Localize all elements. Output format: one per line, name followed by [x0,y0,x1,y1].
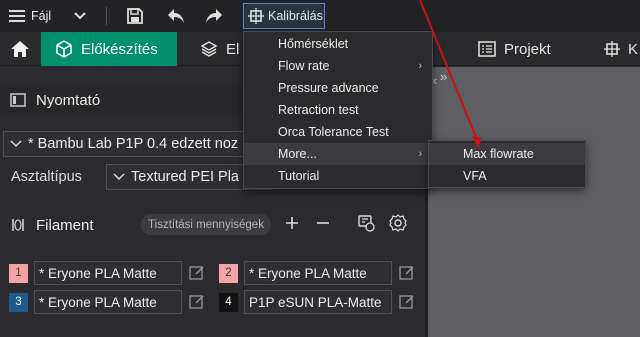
file-menu[interactable]: Fájl [8,4,51,28]
filament-slot-2[interactable]: 2 * Eryone PLA Matte [219,261,416,285]
undo-icon [168,9,184,23]
flush-volumes-label: Tisztítási mennyiségek [148,218,264,231]
chevron-down-icon [74,12,86,20]
filament-slot-1[interactable]: 1 * Eryone PLA Matte [9,261,206,285]
slot-index: 3 [15,296,22,308]
tab-calibration[interactable]: K [604,32,638,66]
edit-icon[interactable] [398,264,416,282]
tab-preview-label: El [226,40,240,58]
minus-icon [317,222,329,224]
slot-index: 4 [225,296,232,308]
menu-item-label: Flow rate [278,59,330,73]
printer-preset-value: * Bambu Lab P1P 0.4 edzett noz [28,136,239,152]
filament-color-swatch[interactable]: 1 [9,263,28,283]
pointer-arrow-annotation [419,0,482,148]
filament-slot-3[interactable]: 3 * Eryone PLA Matte [9,290,206,314]
home-icon [11,41,29,57]
edit-icon[interactable] [188,264,206,282]
menu-item-label: Hőmérséklet [278,37,349,51]
plus-icon [286,217,298,229]
menubar-divider [106,7,107,25]
slot-name: * Eryone PLA Matte [249,265,367,281]
filament-slot-4[interactable]: 4 P1P eSUN PLA-Matte [219,290,416,314]
calibration-menu-button[interactable]: Kalibrálás [243,3,325,29]
add-filament-button[interactable] [284,215,300,234]
save-icon [127,8,143,24]
plate-type-label: Asztaltípus [11,169,82,185]
slot-name: * Eryone PLA Matte [39,265,157,281]
chevron-down-icon [10,140,22,148]
hamburger-icon [9,10,25,22]
redo-button[interactable] [204,4,224,28]
remove-filament-button[interactable] [315,215,331,234]
filament-sync-button[interactable] [357,214,375,235]
menu-item-label: Pressure advance [278,81,379,95]
more-dropdown-button[interactable] [73,4,87,28]
tab-prepare-label: Előkészítés [81,40,158,58]
plate-type-value: Textured PEI Pla [131,169,239,185]
filament-preset-select[interactable]: * Eryone PLA Matte [34,261,182,285]
tab-prepare[interactable]: Előkészítés [41,32,177,66]
slot-index: 1 [15,267,22,279]
slot-name: P1P eSUN PLA-Matte [249,294,382,310]
filament-section-title: Filament [36,216,94,234]
printer-icon [10,93,26,107]
menu-item-vfa[interactable]: VFA [429,165,585,187]
menu-item-label: Retraction test [278,103,359,117]
layers-icon [200,41,218,57]
menubar: Fájl Kalibrálás [0,0,640,32]
undo-button[interactable] [166,4,186,28]
save-button[interactable] [126,4,144,28]
chevron-down-icon [113,173,125,181]
slot-name: * Eryone PLA Matte [39,294,157,310]
redo-icon [206,9,222,23]
calibration-icon [248,8,264,24]
filament-preset-select[interactable]: * Eryone PLA Matte [244,261,392,285]
menu-item-label: VFA [463,169,487,183]
filament-preset-select[interactable]: * Eryone PLA Matte [34,290,182,314]
menu-item-label: Tutorial [278,169,320,183]
flush-volumes-button[interactable]: Tisztítási mennyiségek [141,214,271,235]
filament-color-swatch[interactable]: 4 [219,292,238,312]
filament-preset-select[interactable]: P1P eSUN PLA-Matte [244,290,392,314]
tab-project-label: Projekt [504,40,551,58]
cube-icon [56,40,72,58]
gear-icon [389,214,407,232]
sync-ams-icon [358,215,375,232]
filament-color-swatch[interactable]: 3 [9,292,28,312]
calibration-menu-label: Kalibrálás [268,9,323,23]
menu-item-label: Orca Tolerance Test [278,125,389,139]
edit-icon[interactable] [398,293,416,311]
filament-color-swatch[interactable]: 2 [219,263,238,283]
printer-section-title: Nyomtató [36,91,101,109]
menu-item-label: More... [278,147,317,161]
slot-index: 2 [225,267,232,279]
tab-calibration-label: K [628,40,639,58]
filament-settings-button[interactable] [389,214,407,235]
calibration-tab-icon [604,41,620,57]
menu-item-tutorial[interactable]: Tutorial [244,165,432,187]
tab-preview[interactable]: El [200,32,239,66]
printer-preset-select[interactable]: * Bambu Lab P1P 0.4 edzett noz [3,131,273,157]
file-menu-label: Fájl [31,9,52,23]
filament-icon [12,219,24,231]
home-button[interactable] [0,32,40,66]
edit-icon[interactable] [188,293,206,311]
